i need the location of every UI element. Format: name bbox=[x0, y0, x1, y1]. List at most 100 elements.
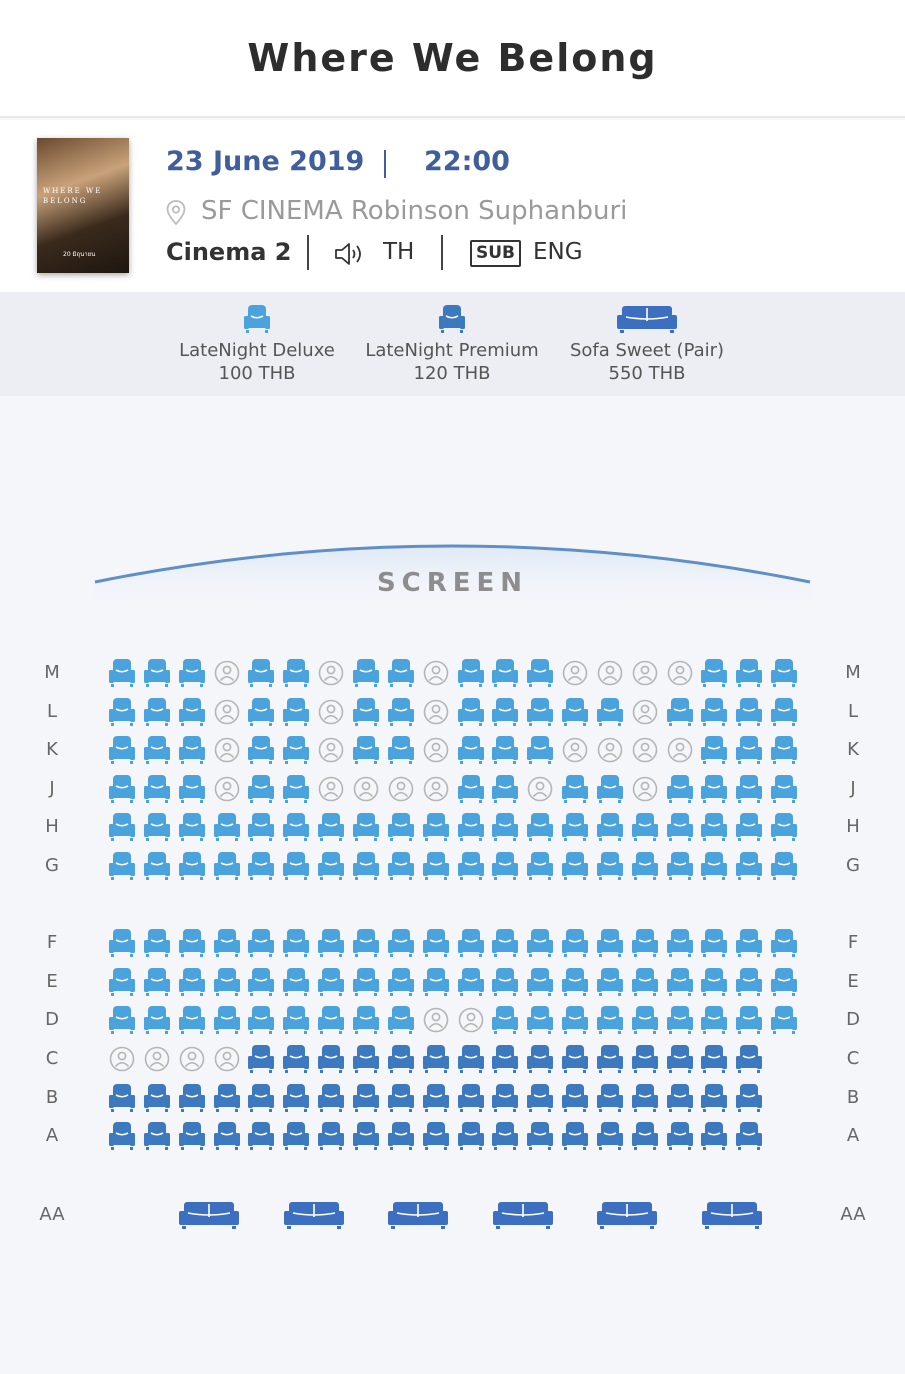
seat-a10[interactable] bbox=[422, 1121, 449, 1155]
seat-k18[interactable] bbox=[701, 735, 728, 769]
seat-h7[interactable] bbox=[318, 812, 345, 846]
seat-g4[interactable] bbox=[213, 851, 240, 885]
sofa-seat-aa1[interactable] bbox=[179, 1200, 239, 1234]
seat-b11[interactable] bbox=[457, 1083, 484, 1117]
seat-m9[interactable] bbox=[387, 658, 414, 692]
seat-e13[interactable] bbox=[527, 967, 554, 1001]
seat-a1[interactable] bbox=[109, 1121, 135, 1155]
seat-j20[interactable] bbox=[771, 774, 798, 808]
seat-d16[interactable] bbox=[631, 1005, 658, 1039]
seat-m11[interactable] bbox=[457, 658, 484, 692]
seat-g13[interactable] bbox=[527, 851, 554, 885]
seat-m13[interactable] bbox=[527, 658, 554, 692]
seat-a7[interactable] bbox=[318, 1121, 345, 1155]
seat-j2[interactable] bbox=[143, 774, 170, 808]
seat-g20[interactable] bbox=[771, 851, 798, 885]
seat-a2[interactable] bbox=[143, 1121, 170, 1155]
seat-j19[interactable] bbox=[736, 774, 763, 808]
seat-g14[interactable] bbox=[562, 851, 589, 885]
seat-m3[interactable] bbox=[178, 658, 205, 692]
seat-l15[interactable] bbox=[596, 697, 623, 731]
seat-g11[interactable] bbox=[457, 851, 484, 885]
seat-c10[interactable] bbox=[422, 1044, 449, 1078]
seat-l1[interactable] bbox=[109, 697, 135, 731]
seat-f6[interactable] bbox=[283, 928, 310, 962]
seat-f14[interactable] bbox=[562, 928, 589, 962]
seat-a3[interactable] bbox=[178, 1121, 205, 1155]
seat-b14[interactable] bbox=[562, 1083, 589, 1117]
seat-k3[interactable] bbox=[178, 735, 205, 769]
seat-d20[interactable] bbox=[771, 1005, 798, 1039]
seat-b9[interactable] bbox=[387, 1083, 414, 1117]
seat-c18[interactable] bbox=[701, 1044, 728, 1078]
seat-h17[interactable] bbox=[666, 812, 693, 846]
seat-f7[interactable] bbox=[318, 928, 345, 962]
seat-f1[interactable] bbox=[109, 928, 135, 962]
seat-g5[interactable] bbox=[248, 851, 275, 885]
sofa-seat-aa6[interactable] bbox=[701, 1200, 762, 1234]
seat-e9[interactable] bbox=[387, 967, 414, 1001]
seat-g6[interactable] bbox=[283, 851, 310, 885]
seat-e5[interactable] bbox=[248, 967, 275, 1001]
seat-j15[interactable] bbox=[596, 774, 623, 808]
seat-j6[interactable] bbox=[283, 774, 310, 808]
seat-k12[interactable] bbox=[492, 735, 519, 769]
seat-k2[interactable] bbox=[143, 735, 170, 769]
seat-d18[interactable] bbox=[701, 1005, 728, 1039]
seat-a12[interactable] bbox=[492, 1121, 519, 1155]
seat-j18[interactable] bbox=[701, 774, 728, 808]
seat-j17[interactable] bbox=[666, 774, 693, 808]
seat-d8[interactable] bbox=[352, 1005, 379, 1039]
seat-j3[interactable] bbox=[178, 774, 205, 808]
seat-h11[interactable] bbox=[457, 812, 484, 846]
seat-a16[interactable] bbox=[631, 1121, 658, 1155]
seat-j12[interactable] bbox=[492, 774, 519, 808]
seat-h6[interactable] bbox=[283, 812, 310, 846]
seat-l3[interactable] bbox=[178, 697, 205, 731]
seat-e3[interactable] bbox=[178, 967, 205, 1001]
seat-a17[interactable] bbox=[666, 1121, 693, 1155]
seat-g2[interactable] bbox=[143, 851, 170, 885]
seat-m19[interactable] bbox=[736, 658, 763, 692]
seat-d2[interactable] bbox=[143, 1005, 170, 1039]
seat-h12[interactable] bbox=[492, 812, 519, 846]
seat-k8[interactable] bbox=[352, 735, 379, 769]
seat-d14[interactable] bbox=[562, 1005, 589, 1039]
seat-e19[interactable] bbox=[736, 967, 763, 1001]
seat-c11[interactable] bbox=[457, 1044, 484, 1078]
seat-d5[interactable] bbox=[248, 1005, 275, 1039]
seat-f10[interactable] bbox=[422, 928, 449, 962]
seat-g7[interactable] bbox=[318, 851, 345, 885]
sofa-seat-aa3[interactable] bbox=[388, 1200, 448, 1234]
seat-a6[interactable] bbox=[283, 1121, 310, 1155]
seat-c13[interactable] bbox=[527, 1044, 554, 1078]
seat-f4[interactable] bbox=[213, 928, 240, 962]
seat-m5[interactable] bbox=[248, 658, 275, 692]
seat-a4[interactable] bbox=[213, 1121, 240, 1155]
seat-e2[interactable] bbox=[143, 967, 170, 1001]
seat-d9[interactable] bbox=[387, 1005, 414, 1039]
seat-b10[interactable] bbox=[422, 1083, 449, 1117]
seat-c12[interactable] bbox=[492, 1044, 519, 1078]
seat-k11[interactable] bbox=[457, 735, 484, 769]
seat-f18[interactable] bbox=[701, 928, 728, 962]
seat-c7[interactable] bbox=[318, 1044, 345, 1078]
seat-d13[interactable] bbox=[527, 1005, 554, 1039]
seat-l6[interactable] bbox=[283, 697, 310, 731]
seat-g10[interactable] bbox=[422, 851, 449, 885]
seat-e18[interactable] bbox=[701, 967, 728, 1001]
seat-d15[interactable] bbox=[596, 1005, 623, 1039]
seat-b3[interactable] bbox=[178, 1083, 205, 1117]
seat-f13[interactable] bbox=[527, 928, 554, 962]
seat-b7[interactable] bbox=[318, 1083, 345, 1117]
seat-d3[interactable] bbox=[178, 1005, 205, 1039]
seat-g17[interactable] bbox=[666, 851, 693, 885]
seat-f3[interactable] bbox=[178, 928, 205, 962]
seat-h2[interactable] bbox=[143, 812, 170, 846]
seat-c15[interactable] bbox=[596, 1044, 623, 1078]
seat-g1[interactable] bbox=[109, 851, 135, 885]
seat-l17[interactable] bbox=[666, 697, 693, 731]
seat-h15[interactable] bbox=[596, 812, 623, 846]
seat-a14[interactable] bbox=[562, 1121, 589, 1155]
seat-h8[interactable] bbox=[352, 812, 379, 846]
